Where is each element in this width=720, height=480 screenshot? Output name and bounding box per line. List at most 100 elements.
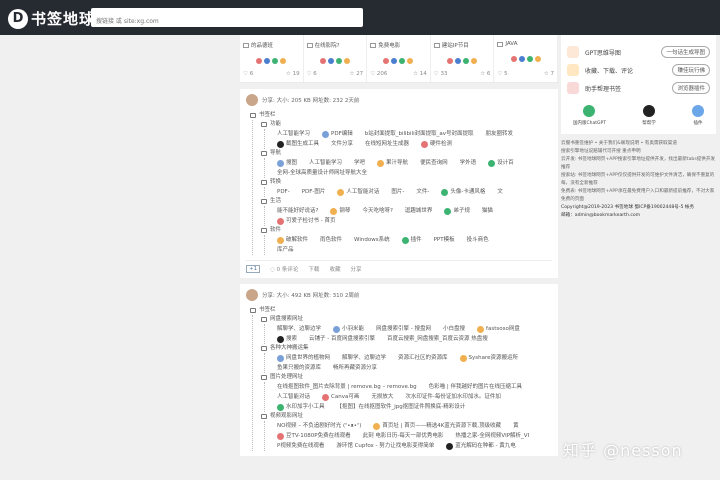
bookmark-link[interactable]: 解聊学、边聊边学 <box>277 324 321 334</box>
bookmark-link[interactable]: 豆TV-1080P免费在线观看 <box>277 431 351 441</box>
category-title[interactable]: 在线影院? <box>306 41 364 49</box>
generate-mindmap-button[interactable]: 一句话生成导图 <box>661 46 710 58</box>
bookmark-link[interactable]: Syshare资源搬运所 <box>459 353 518 363</box>
tree-folder[interactable]: 视频观影网址 <box>261 412 552 421</box>
bookmark-link[interactable]: 猫猫 <box>482 206 493 216</box>
tree-root[interactable]: 书签栏 <box>250 306 552 315</box>
bookmark-link[interactable]: 网盘搜索引擎 - 搜盘网 <box>376 324 431 334</box>
action-2-button[interactable]: 分享 <box>350 265 361 273</box>
bookmark-link[interactable]: 投斗商色 <box>467 235 489 245</box>
category-title[interactable]: 免费电影 <box>370 41 427 49</box>
search-input[interactable] <box>91 12 363 31</box>
category-card[interactable]: 免费电影 ♡ 206 ☆ 14 <box>367 35 431 82</box>
bookmark-link[interactable]: PDF编辑 <box>322 129 353 139</box>
bookmark-link[interactable]: 色彩喵 | 伴我越好的图片在线压缩工具 <box>429 382 522 392</box>
bookmark-link[interactable]: 文件- <box>416 187 429 197</box>
tree-folder[interactable]: 软件 <box>261 226 552 235</box>
bookmark-link[interactable]: 网盘世界的植物网 <box>277 353 330 363</box>
bookmark-link[interactable]: 小羽米能 <box>333 324 364 334</box>
bookmark-link[interactable]: 热播之家-全网视频VIP解析_VI <box>455 431 529 441</box>
bookmark-link[interactable]: Windows系统 <box>354 235 390 245</box>
bookmark-link[interactable]: 果汁导航 <box>377 158 408 168</box>
bookmark-link[interactable]: P视频免费在线观看 <box>277 441 324 451</box>
bookmark-link[interactable]: PPT模板 <box>434 235 455 245</box>
bookmark-link[interactable]: 在线抠图软件_图片去除背景 | remove.bg – remove.bg <box>277 382 417 392</box>
bookmark-link[interactable]: 游环馆 Cupfox - 努力让找电影变得简单 <box>336 441 434 451</box>
browser-plugin-button[interactable]: 浏览器插件 <box>672 82 710 94</box>
category-card[interactable]: 的品德班 ♡ 6 ☆ 19 <box>240 35 304 82</box>
site-logo[interactable]: D 书签地球 <box>8 8 95 29</box>
bookmark-link[interactable]: 今天吃啥呀? <box>362 206 392 216</box>
bookmark-link[interactable]: 解聊学、边聊边学 <box>342 353 386 363</box>
bookmark-link[interactable]: 雨色软件 <box>320 235 342 245</box>
bookmark-link[interactable]: 无损放大 <box>371 392 393 402</box>
tree-folder[interactable]: 各种大神搬运集 <box>261 344 552 353</box>
bookmark-link[interactable]: 钢琴 <box>330 206 350 216</box>
bookmark-link[interactable]: 库产品 <box>277 245 294 255</box>
bookmark-link[interactable]: 朋友圈转发 <box>486 129 514 139</box>
category-title[interactable]: 的品德班 <box>243 41 300 49</box>
bookmark-link[interactable]: PDF-图片 <box>302 187 326 197</box>
bookmark-link[interactable]: 小白盘搜 <box>443 324 465 334</box>
bookmark-link[interactable]: fastsoso网盘 <box>477 324 520 334</box>
bookmark-link[interactable]: 头像-卡通风格 <box>441 187 485 197</box>
bookmark-link[interactable]: 【抠图】在线抠图软件_jpg抠图证件照换底-精彩设计 <box>337 402 466 412</box>
bookmark-link[interactable]: 搜图 <box>277 158 297 168</box>
bookmark-link[interactable]: 破解软件 <box>277 235 308 245</box>
bookmark-link[interactable]: 学外语 <box>460 158 477 168</box>
bookmark-link[interactable]: 次水印证件-每份证加水印加水。证件加 <box>405 392 501 402</box>
bookmark-link[interactable]: 截图生成工具 <box>277 139 319 149</box>
category-title[interactable]: JAVA <box>497 41 554 47</box>
bookmark-link[interactable]: 便民查询网 <box>420 158 448 168</box>
bookmark-link[interactable]: 云铺子 - 百度网盘搜索引擎 <box>309 334 375 344</box>
bookmark-link[interactable]: 黄 <box>513 421 519 431</box>
bookmark-link[interactable]: 文件分享 <box>331 139 353 149</box>
bookmark-link[interactable]: 硬件检测 <box>421 139 452 149</box>
bookmark-link[interactable]: 畅所再藏资源分享 <box>333 363 377 373</box>
bookmark-link[interactable]: 全网-全球高质量设计师网址导航大全 <box>277 168 367 178</box>
bookmark-link[interactable]: 设计百 <box>488 158 514 168</box>
tree-folder[interactable]: 生活 <box>261 197 552 206</box>
bookmark-link[interactable]: 逗趣城世界 <box>405 206 433 216</box>
bookmark-link[interactable]: 人工智能对话 <box>277 392 310 402</box>
app-chatgpt[interactable]: 国内版ChatGPT <box>573 105 606 126</box>
app-helper[interactable]: 帮帮学 <box>642 105 656 126</box>
bookmark-link[interactable]: 百度云搜索_网盘搜索_百度云资源 热盘搜 <box>387 334 488 344</box>
bookmark-link[interactable]: 鱼果只搬的资源库 <box>277 363 321 373</box>
bookmark-link[interactable]: 蓝光解码在种都 - 黄九电 <box>446 441 516 451</box>
bookmark-link[interactable]: 图片- <box>391 187 404 197</box>
bookmark-link[interactable]: b站封面提取_bilibili封面提取_av号封面提取 <box>365 129 474 139</box>
category-card[interactable]: 建站IP节目 ♡ 33 ☆ 6 <box>431 35 495 82</box>
tree-folder[interactable]: 功能 <box>261 120 552 129</box>
bookmark-link[interactable]: 首页址 | 首页——精选4K蓝光资源下载,顶级收藏 <box>373 421 501 431</box>
bookmark-link[interactable]: 此刻 电影日历-每天一部优秀电影 <box>363 431 444 441</box>
tree-folder[interactable]: 导航 <box>261 149 552 158</box>
bookmark-link[interactable]: 能不能好好说话? <box>277 206 318 216</box>
bookmark-link[interactable]: PDF- <box>277 187 290 197</box>
bookmark-link[interactable]: 资源汇社区的资源库 <box>398 353 448 363</box>
bookmark-link[interactable]: 人工智能对话 <box>337 187 379 197</box>
bookmark-link[interactable]: 弟子规 <box>444 206 470 216</box>
info-line[interactable]: 云服书重签维护 • 关于我们&联现说明 • 有奥需获取渠道 <box>561 140 716 148</box>
action-0-button[interactable]: 下载 <box>308 265 319 273</box>
bookmark-link[interactable]: 搜索 <box>277 334 297 344</box>
category-card[interactable]: 在线影院? ♡ 6 ☆ 27 <box>304 35 368 82</box>
bookmark-link[interactable]: 插件 <box>401 235 422 245</box>
app-plugin[interactable]: 插件 <box>692 105 704 126</box>
avatar[interactable] <box>246 289 258 301</box>
bookmark-link[interactable]: 人工智能学习 <box>277 129 310 139</box>
tree-folder[interactable]: 转换 <box>261 178 552 187</box>
tree-folder[interactable]: 网盘搜索网址 <box>261 315 552 324</box>
bookmark-link[interactable]: 可爱子检讨书 - 首页 <box>277 216 335 226</box>
bookmark-link[interactable]: NO视频 – 不负追剧好时光 (ᐢ•ᴥ•ᐢ) <box>277 421 361 431</box>
bookmark-link[interactable]: 人工智能学习 <box>309 158 342 168</box>
category-card[interactable]: JAVA ♡ 5 ☆ 7 <box>494 35 558 82</box>
avatar[interactable] <box>246 94 258 106</box>
bookmark-link[interactable]: 文 <box>497 187 503 197</box>
tree-folder[interactable]: 图片处理网址 <box>261 373 552 382</box>
earn-button[interactable]: 赚佳玩行佛 <box>672 64 710 76</box>
vote-tag[interactable]: +1 <box>246 265 261 273</box>
bookmark-link[interactable]: 在线短网址生成器 <box>365 139 409 149</box>
bookmark-link[interactable]: 水印加字小工具 <box>277 402 325 412</box>
action-1-button[interactable]: 收藏 <box>329 265 340 273</box>
